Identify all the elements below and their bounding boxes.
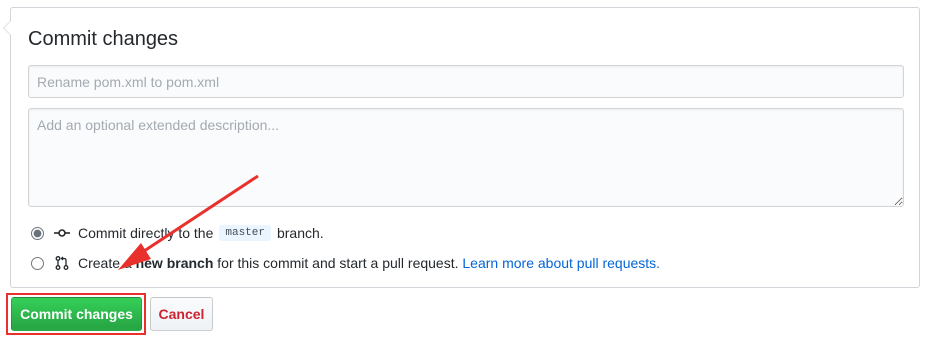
commit-changes-button[interactable]: Commit changes — [11, 297, 142, 331]
commit-description-input[interactable] — [28, 108, 904, 207]
cancel-button[interactable]: Cancel — [150, 297, 213, 331]
commit-form-title: Commit changes — [28, 28, 179, 50]
commit-summary-input[interactable] — [28, 65, 904, 98]
commit-form: Commit changes Commit directly to the ma… — [3, 7, 920, 288]
commit-direct-option[interactable]: Commit directly to the master branch. — [31, 225, 324, 241]
commit-direct-text: Commit directly to the — [78, 225, 214, 241]
commit-changes-page: Commit changes Commit directly to the ma… — [0, 0, 939, 343]
new-branch-bold-text: new branch — [135, 255, 214, 271]
commit-direct-radio[interactable] — [31, 226, 44, 240]
new-branch-text-suffix: for this commit and start a pull request… — [217, 255, 459, 271]
new-branch-radio[interactable] — [31, 256, 44, 270]
learn-more-pull-requests-link[interactable]: Learn more about pull requests. — [462, 255, 660, 271]
git-commit-icon — [54, 229, 70, 237]
branch-name: master — [219, 225, 271, 241]
new-branch-text-prefix: Create a — [78, 255, 132, 271]
new-branch-option[interactable]: Create a new branch for this commit and … — [31, 255, 660, 271]
commit-direct-suffix: branch. — [276, 225, 324, 241]
git-pull-request-icon — [55, 256, 69, 270]
